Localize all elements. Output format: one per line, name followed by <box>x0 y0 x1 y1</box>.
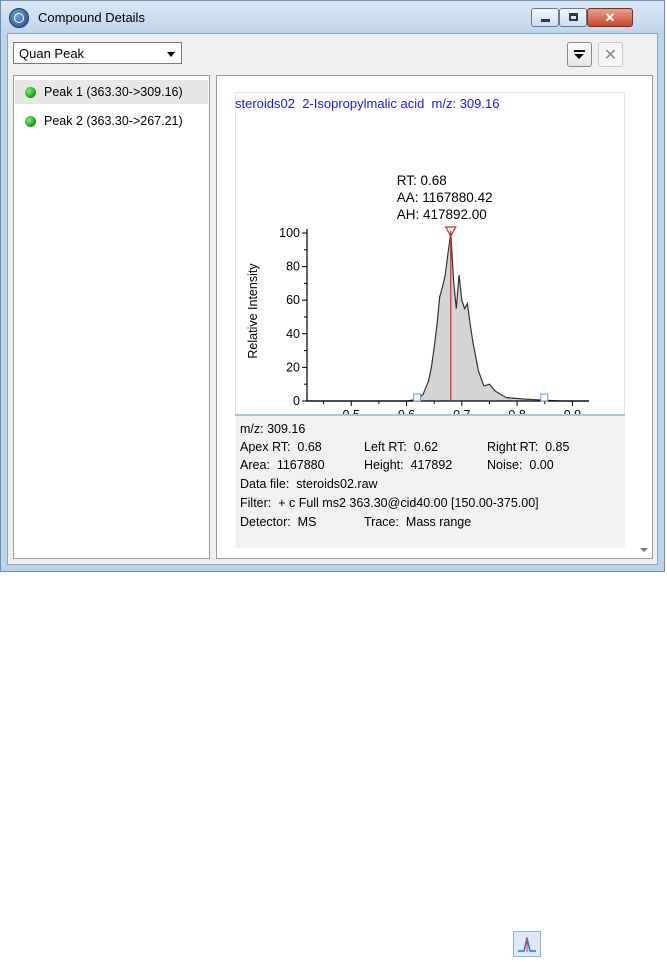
y-tick-label: 80 <box>286 260 300 274</box>
peak-label: Peak 2 (363.30->267.21) <box>44 114 183 128</box>
peak-boundary-marker <box>540 393 549 402</box>
peak-label: Peak 1 (363.30->309.16) <box>44 85 183 99</box>
maximize-icon <box>569 13 578 21</box>
y-tick-label: 60 <box>286 293 300 307</box>
data-file-value: Data file: steroids02.raw <box>240 477 378 491</box>
peak-info-panel: m/z: 309.16 Apex RT: 0.68 Left RT: 0.62 … <box>235 414 625 548</box>
peak-boundary-marker <box>413 393 422 402</box>
mz-value: m/z: 309.16 <box>240 422 306 436</box>
minimize-button[interactable] <box>531 8 559 27</box>
y-tick-label: 20 <box>286 360 300 374</box>
y-tick-label: 100 <box>279 226 300 240</box>
close-icon: ✕ <box>603 47 618 64</box>
filter-value: Filter: + c Full ms2 363.30@cid40.00 [15… <box>240 496 539 510</box>
right-rt-value: Right RT: 0.85 <box>487 440 570 454</box>
compound-details-window: Compound Details ✕ Quan Peak ✕ Peak 1 (3… <box>0 0 665 572</box>
height-value: Height: 417892 <box>364 458 453 472</box>
peak-list-item[interactable]: Peak 2 (363.30->267.21) <box>15 109 208 133</box>
view-select-value: Quan Peak <box>19 46 85 61</box>
status-dot-icon <box>25 116 36 127</box>
app-logo-icon <box>9 8 29 28</box>
minimize-icon <box>541 19 550 22</box>
close-button[interactable]: ✕ <box>587 8 633 27</box>
close-icon: ✕ <box>604 10 616 25</box>
peak-area-fill <box>307 233 589 401</box>
apex-rt-value: Apex RT: 0.68 <box>240 440 322 454</box>
y-axis-label: Relative Intensity <box>246 263 260 359</box>
filter-icon <box>574 50 585 59</box>
peak-annotation-ah: AH: 417892.00 <box>397 207 487 222</box>
detail-panel: steroids02 2-Isopropylmalic acid m/z: 30… <box>216 75 653 559</box>
detector-value: Detector: MS <box>240 515 317 529</box>
peak-annotation-rt: RT: 0.68 <box>397 173 447 188</box>
maximize-button[interactable] <box>559 8 587 27</box>
toolbar: Quan Peak ✕ <box>8 34 657 68</box>
peak-list: Peak 1 (363.30->309.16) Peak 2 (363.30->… <box>13 75 210 559</box>
scroll-down-icon[interactable] <box>640 548 648 552</box>
chevron-down-icon <box>167 52 175 57</box>
clear-filter-button[interactable]: ✕ <box>598 42 623 67</box>
title-bar[interactable]: Compound Details ✕ <box>1 1 664 33</box>
left-rt-value: Left RT: 0.62 <box>364 440 439 454</box>
status-dot-icon <box>25 87 36 98</box>
view-select[interactable]: Quan Peak <box>13 42 182 64</box>
noise-value: Noise: 0.00 <box>487 458 554 472</box>
window-title: Compound Details <box>38 10 145 25</box>
trace-value: Trace: Mass range <box>364 515 472 529</box>
content-area: Quan Peak ✕ Peak 1 (363.30->309.16) Peak… <box>7 33 658 565</box>
y-tick-label: 0 <box>293 394 300 408</box>
chromatogram-icon[interactable] <box>513 931 541 957</box>
filter-button[interactable] <box>567 42 592 67</box>
area-value: Area: 1167880 <box>240 458 325 472</box>
y-tick-label: 40 <box>286 327 300 341</box>
chromatogram-chart: 0204060801000.50.60.70.80.9RT(min)Relati… <box>246 173 589 416</box>
peak-list-item[interactable]: Peak 1 (363.30->309.16) <box>15 80 208 104</box>
peak-annotation-aa: AA: 1167880.42 <box>397 190 493 205</box>
